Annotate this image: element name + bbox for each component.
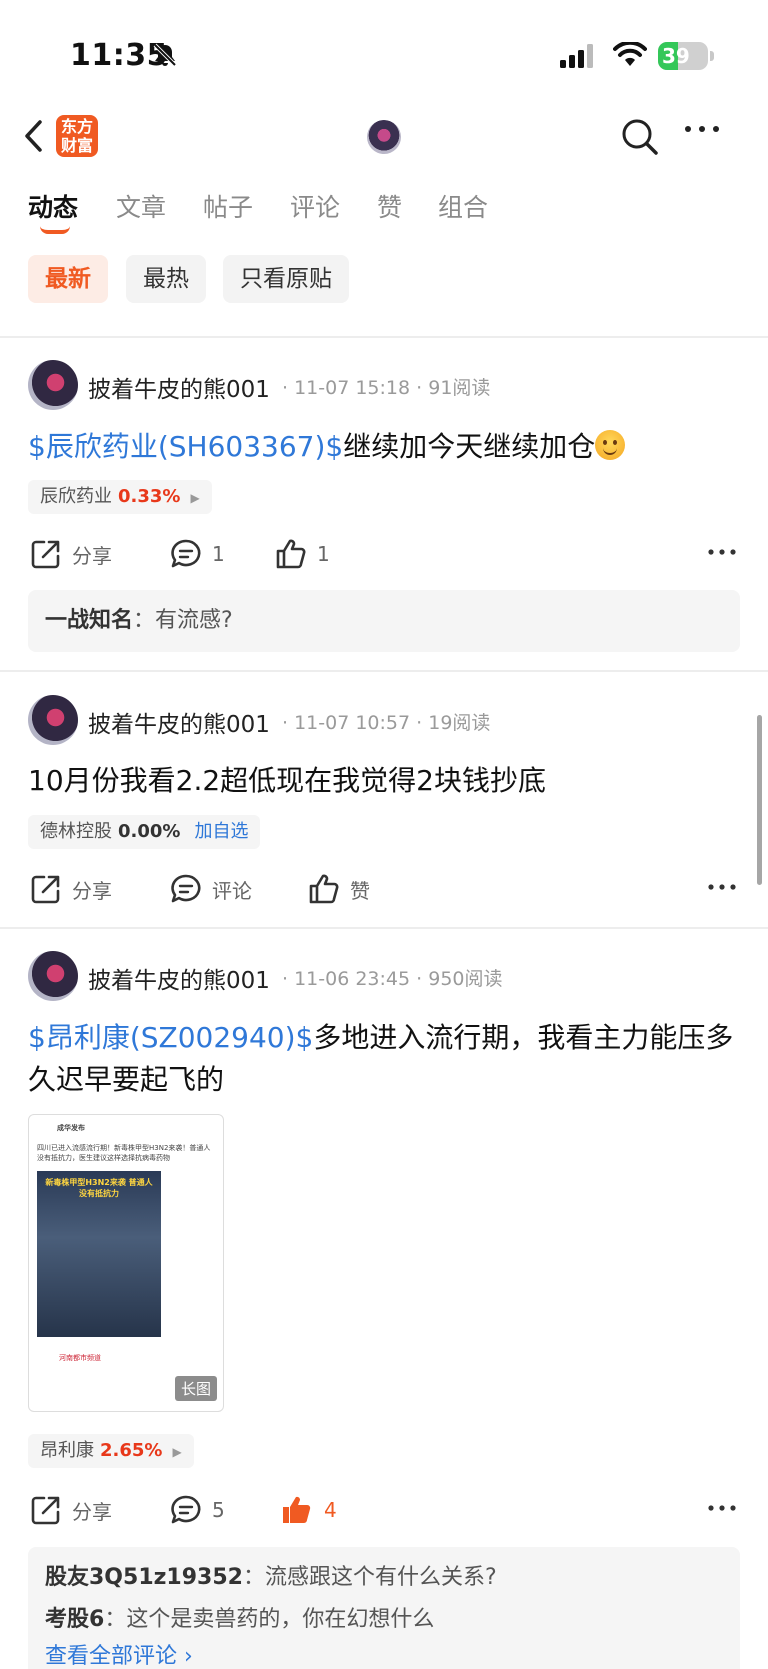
post-meta: · 11-06 23:45 · 950阅读	[282, 968, 503, 990]
long-image-badge: 长图	[174, 1376, 217, 1401]
comment-icon	[171, 539, 201, 568]
post-text[interactable]: $辰欣药业(SH603367)$继续加今天继续加仓	[28, 426, 740, 468]
thumbs-up-filled-icon	[283, 1496, 311, 1523]
share-button[interactable]: 分享	[30, 1490, 112, 1530]
comment-item: 股友3Q51z19352：流感跟这个有什么关系?	[45, 1565, 497, 1590]
stock-chip[interactable]: 辰欣药业 0.33% ▶	[28, 480, 212, 514]
more-icon[interactable]	[684, 124, 720, 134]
status-bar: 11:35 39	[0, 0, 768, 100]
like-button[interactable]: 1	[275, 534, 330, 574]
avatar[interactable]	[28, 695, 78, 745]
tab-active-indicator	[40, 226, 70, 234]
more-icon[interactable]	[708, 1504, 736, 1512]
filter-original-only[interactable]: 只看原贴	[223, 255, 349, 303]
wifi-icon	[613, 42, 647, 66]
comment-user[interactable]: 一战知名	[45, 608, 133, 633]
play-arrow-icon: ▶	[172, 1445, 182, 1459]
comment-button[interactable]: 5	[170, 1490, 225, 1530]
post-actions: 分享 5 4	[0, 1490, 768, 1530]
post-reads: 950阅读	[428, 968, 503, 990]
divider	[0, 670, 768, 672]
comment-button[interactable]: 1	[170, 534, 225, 574]
share-button[interactable]: 分享	[30, 869, 112, 909]
divider	[0, 927, 768, 929]
post-actions: 分享 1 1	[0, 534, 768, 574]
tab-portfolio[interactable]: 组合	[438, 188, 488, 224]
post-author[interactable]: 披着牛皮的熊001	[88, 961, 270, 995]
thumbs-up-icon	[276, 539, 306, 569]
comment-icon	[171, 1495, 201, 1524]
stock-tag-link[interactable]: $昂利康(SZ002940)$	[28, 1021, 313, 1054]
like-button[interactable]: 赞	[308, 869, 370, 909]
post-reads: 91阅读	[428, 377, 491, 399]
scrollbar[interactable]	[757, 715, 762, 885]
avatar[interactable]	[28, 951, 78, 1001]
signal-icon	[560, 44, 593, 68]
tab-comments[interactable]: 评论	[290, 188, 340, 224]
add-watchlist-link[interactable]: 加自选	[194, 821, 248, 842]
filter-latest[interactable]: 最新	[28, 255, 108, 303]
tab-posts[interactable]: 帖子	[203, 188, 253, 224]
post-image[interactable]: 成华发布 四川已进入流感流行期！新毒株甲型H3N2来袭！普通人没有抵抗力，医生建…	[28, 1114, 224, 1412]
thumbs-up-icon	[309, 874, 339, 904]
post-meta: · 11-07 15:18 · 91阅读	[282, 377, 491, 399]
comment-user[interactable]: 考股6	[45, 1607, 104, 1632]
avatar[interactable]	[28, 360, 78, 410]
stock-chip[interactable]: 德林控股 0.00% 加自选	[28, 815, 261, 849]
comment-icon	[171, 874, 201, 903]
battery-level: 39	[662, 44, 690, 68]
comment-item: 考股6：这个是卖兽药的，你在幻想什么	[45, 1607, 435, 1632]
stock-chip[interactable]: 昂利康 2.65% ▶	[28, 1434, 194, 1468]
post-actions: 分享 评论 赞	[0, 869, 768, 909]
like-button[interactable]: 4	[280, 1490, 337, 1530]
share-icon	[31, 540, 60, 569]
app-logo: 东方 财富	[56, 115, 98, 157]
more-icon[interactable]	[708, 883, 736, 891]
share-button[interactable]: 分享	[30, 534, 112, 574]
post-datetime: 11-07 15:18	[294, 377, 411, 399]
divider	[0, 336, 768, 338]
comment-button[interactable]: 评论	[170, 869, 252, 909]
post-text[interactable]: $昂利康(SZ002940)$多地进入流行期，我看主力能压多久迟早要起飞的	[28, 1017, 740, 1101]
comment-user[interactable]: 股友3Q51z19352	[45, 1565, 243, 1590]
comment-item: 一战知名：有流感?	[45, 608, 233, 633]
share-icon	[31, 1496, 60, 1525]
battery-icon: 39	[658, 42, 714, 70]
smile-emoji-icon	[595, 430, 626, 460]
comment-preview[interactable]: 股友3Q51z19352：流感跟这个有什么关系? 考股6：这个是卖兽药的，你在幻…	[28, 1547, 740, 1669]
bell-muted-icon	[153, 43, 177, 67]
view-all-comments-link[interactable]: 查看全部评论 ›	[45, 1641, 723, 1669]
comment-preview[interactable]: 一战知名：有流感?	[28, 590, 740, 652]
post-author[interactable]: 披着牛皮的熊001	[88, 705, 270, 739]
header-avatar[interactable]	[367, 120, 401, 154]
search-icon[interactable]	[620, 117, 660, 157]
post-author[interactable]: 披着牛皮的熊001	[88, 370, 270, 404]
more-icon[interactable]	[708, 548, 736, 556]
post-reads: 19阅读	[428, 712, 491, 734]
tab-activity[interactable]: 动态	[28, 188, 78, 224]
post-text[interactable]: 10月份我看2.2超低现在我觉得2块钱抄底	[28, 760, 740, 802]
tab-likes[interactable]: 赞	[377, 188, 402, 224]
post-meta: · 11-07 10:57 · 19阅读	[282, 712, 491, 734]
stock-tag-link[interactable]: $辰欣药业(SH603367)$	[28, 430, 343, 463]
tab-articles[interactable]: 文章	[116, 188, 166, 224]
post-datetime: 11-07 10:57	[294, 712, 411, 734]
post-datetime: 11-06 23:45	[294, 968, 411, 990]
filter-hot[interactable]: 最热	[126, 255, 206, 303]
share-icon	[31, 875, 60, 904]
back-chevron-icon[interactable]	[22, 118, 46, 154]
play-arrow-icon: ▶	[190, 491, 200, 505]
